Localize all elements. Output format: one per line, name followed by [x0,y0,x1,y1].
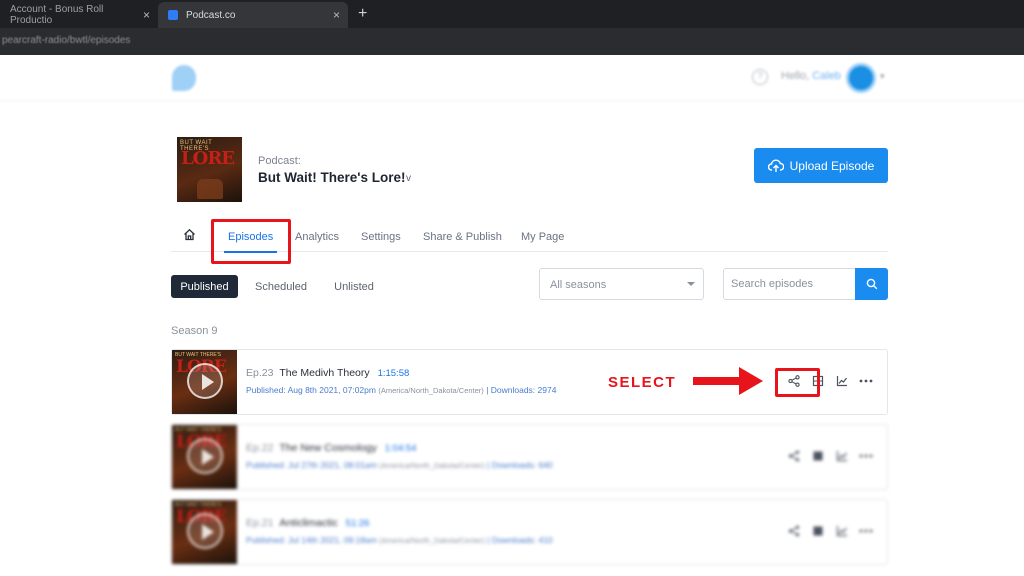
greeting: Hello, Caleb [781,70,841,82]
episode-meta: Published: Aug 8th 2021, 07:02pm (Americ… [246,385,556,395]
episode-timezone: (America/North_Dakota/Center) [379,536,485,545]
tab-my-page[interactable]: My Page [521,231,564,243]
episode-title[interactable]: The New Cosmology [279,442,376,454]
user-name: Caleb [812,70,841,82]
episode-thumbnail[interactable]: BUT WAIT THERE'S LORE [172,500,237,564]
browser-tab-podcast[interactable]: Podcast.co × [158,2,348,28]
browser-tab-bar: Account - Bonus Roll Productio × Podcast… [0,0,1024,28]
play-icon[interactable] [187,438,223,474]
more-options-icon[interactable] [859,449,873,463]
browser-tab-account[interactable]: Account - Bonus Roll Productio × [0,2,158,28]
podcast-switch-chevron-icon[interactable]: v [406,173,411,184]
tab-analytics[interactable]: Analytics [295,231,339,243]
episode-timezone: (America/North_Dakota/Center) [378,386,484,395]
new-tab-plus-icon[interactable]: + [358,5,367,23]
podcast-cover-art: BUT WAIT THERE'S LORE [177,137,242,202]
help-icon[interactable]: ? [752,69,768,85]
episode-number: Ep.21 [246,517,274,529]
episodes-tab-highlight [211,219,291,264]
browser-tab-label: Account - Bonus Roll Productio [10,4,104,26]
episode-published: Published: Aug 8th 2021, 07:02pm [246,385,376,395]
episode-actions [787,449,873,463]
episode-row[interactable]: BUT WAIT THERE'S LORE Ep.21 Anticlimacti… [171,499,888,565]
more-options-icon[interactable] [859,524,873,538]
share-icon[interactable] [787,449,801,463]
episode-published: Published: Jul 27th 2021, 08:01am [246,460,377,470]
play-icon[interactable] [187,513,223,549]
podcast-title[interactable]: But Wait! There's Lore! [258,170,405,185]
episode-duration: 1:04:54 [384,443,417,454]
red-arrow-icon [693,367,763,395]
dropdown-arrow-icon [687,282,695,286]
episode-downloads: | Downloads: 640 [487,460,553,470]
episode-meta: Published: Jul 27th 2021, 08:01am (Ameri… [246,460,553,470]
browser-tab-label: Podcast.co [186,9,236,21]
tab-settings[interactable]: Settings [361,231,401,243]
episode-published: Published: Jul 14th 2021, 09:18am [246,535,377,545]
episode-thumbnail[interactable]: BUT WAIT THERE'S LORE [172,350,237,414]
episode-number: Ep.22 [246,442,274,454]
embed-icon[interactable] [811,449,825,463]
select-callout: SELECT [608,374,677,391]
avatar[interactable] [846,63,876,93]
episode-heading: Ep.23 The Medivh Theory 1:15:58 [246,367,409,379]
close-tab-icon[interactable]: × [143,8,150,22]
episode-actions [787,524,873,538]
episode-duration: 1:15:58 [377,368,410,379]
search-episodes-input[interactable] [723,268,855,300]
episode-timezone: (America/North_Dakota/Center) [379,461,485,470]
episode-title[interactable]: The Medivh Theory [279,367,369,379]
filter-unlisted[interactable]: Unlisted [324,275,384,298]
episode-title[interactable]: Anticlimactic [279,517,337,529]
podcast-label: Podcast: [258,155,301,167]
play-icon[interactable] [187,363,223,399]
analytics-chart-icon[interactable] [835,449,849,463]
episode-row[interactable]: BUT WAIT THERE'S LORE Ep.22 The New Cosm… [171,424,888,490]
search-icon [866,278,877,290]
greeting-text: Hello, [781,70,810,82]
embed-icon[interactable] [811,524,825,538]
address-bar[interactable]: pearcraft-radio/bwtl/episodes [0,28,1024,55]
share-icon[interactable] [787,524,801,538]
favicon-icon [168,10,178,20]
app-header: ? Hello, Caleb ▾ [0,55,1024,101]
share-button-highlight [775,368,820,397]
close-tab-icon[interactable]: × [333,8,340,22]
upload-episode-button[interactable]: Upload Episode [754,148,888,183]
episode-heading: Ep.21 Anticlimactic 51:26 [246,517,369,529]
episode-downloads: | Downloads: 410 [487,535,553,545]
analytics-chart-icon[interactable] [835,524,849,538]
analytics-chart-icon[interactable] [835,374,849,388]
url-text: pearcraft-radio/bwtl/episodes [2,35,131,46]
episode-downloads: | Downloads: 2974 [486,385,557,395]
season-select-value: All seasons [550,279,607,291]
episode-number: Ep.23 [246,367,274,379]
chevron-down-icon[interactable]: ▾ [880,71,885,82]
episode-duration: 51:26 [345,518,370,529]
filter-published[interactable]: Published [171,275,238,298]
filter-scheduled[interactable]: Scheduled [248,275,314,298]
episode-heading: Ep.22 The New Cosmology 1:04:54 [246,442,416,454]
episode-thumbnail[interactable]: BUT WAIT THERE'S LORE [172,425,237,489]
more-options-icon[interactable] [859,374,873,388]
season-select[interactable]: All seasons [539,268,704,300]
cover-figure [197,179,223,199]
episode-meta: Published: Jul 14th 2021, 09:18am (Ameri… [246,535,553,545]
search-button[interactable] [855,268,888,300]
upload-episode-label: Upload Episode [789,158,875,173]
tab-share-publish[interactable]: Share & Publish [423,231,502,243]
cover-main-text: LORE [181,148,235,169]
cloud-upload-icon [767,159,784,172]
home-icon[interactable] [183,228,196,246]
podcast-logo-icon[interactable] [172,65,196,91]
season-heading: Season 9 [171,325,218,337]
